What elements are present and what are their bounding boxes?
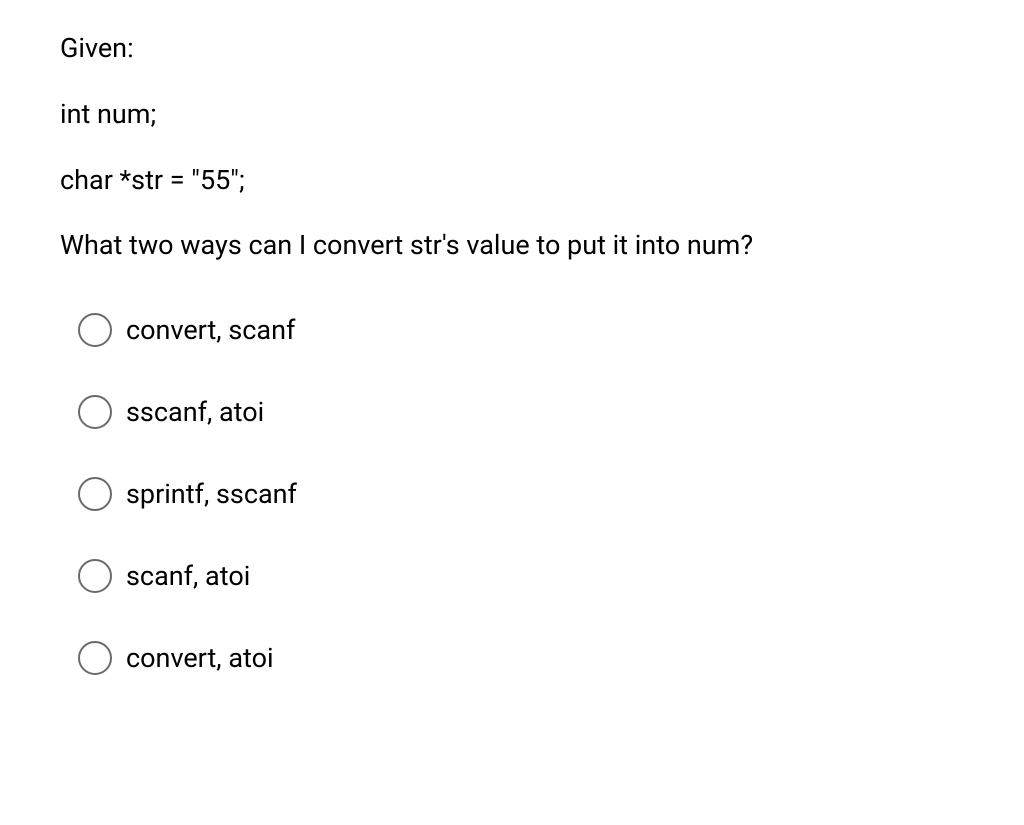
option-3-label: sprintf, sscanf: [126, 478, 297, 510]
option-1-label: convert, scanf: [126, 314, 295, 346]
radio-icon[interactable]: [78, 477, 112, 511]
question-prompt: What two ways can I convert str's value …: [60, 227, 964, 265]
question-code-line-1: int num;: [60, 96, 964, 134]
radio-icon[interactable]: [78, 559, 112, 593]
option-1[interactable]: convert, scanf: [78, 313, 964, 347]
option-2[interactable]: sscanf, atoi: [78, 395, 964, 429]
options-list: convert, scanf sscanf, atoi sprintf, ssc…: [60, 313, 964, 675]
question-given-label: Given:: [60, 30, 964, 68]
option-5[interactable]: convert, atoi: [78, 641, 964, 675]
option-5-label: convert, atoi: [126, 642, 274, 674]
option-4[interactable]: scanf, atoi: [78, 559, 964, 593]
question-code-line-2: char *str = "55";: [60, 162, 964, 200]
radio-icon[interactable]: [78, 641, 112, 675]
option-2-label: sscanf, atoi: [126, 396, 264, 428]
option-3[interactable]: sprintf, sscanf: [78, 477, 964, 511]
radio-icon[interactable]: [78, 313, 112, 347]
radio-icon[interactable]: [78, 395, 112, 429]
option-4-label: scanf, atoi: [126, 560, 250, 592]
question-block: Given: int num; char *str = "55"; What t…: [60, 30, 964, 675]
